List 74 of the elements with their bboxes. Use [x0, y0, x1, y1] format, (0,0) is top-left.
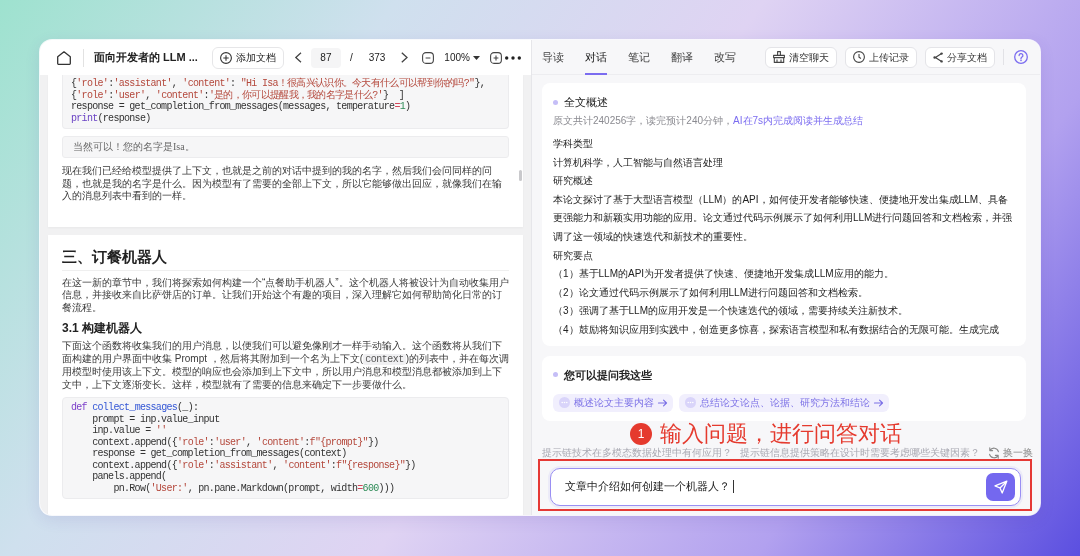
tab[interactable]: 对话 [585, 40, 607, 75]
page-number-input[interactable]: 87 [310, 47, 341, 68]
code-line: panels.append( [91, 471, 168, 483]
document-title: 面向开发者的 LLM ... [94, 50, 198, 66]
tab[interactable]: 改写 [714, 40, 736, 75]
arrow-right-icon [658, 398, 667, 407]
summary-text: 计算机科学，人工智能与自然语言处理 [553, 155, 724, 170]
code-line: inp.value = '' [91, 425, 168, 437]
page-total: 373 [368, 51, 386, 65]
brush-icon [773, 51, 785, 63]
summary-text: 研究要点 [553, 248, 594, 263]
page-separator: / [349, 51, 353, 65]
paragraph: 现在我们已经给模型提供了上下文，也就是之前的对话中提到的我的名字，然后我们会问同样的问题，也就是我的名字是什么。因为模型有了需要的全部上下文，所以它能够做出回应，就像我们在输入的消息列表中看到的一样。 [62, 165, 503, 203]
zoom-dropdown[interactable]: 100% [444, 50, 480, 65]
summary-text: （2）论文通过代码示例展示了如何利用LLM进行问题回答和文档检索。 [553, 285, 869, 300]
bullet-icon [553, 372, 558, 378]
code-output: 当然可以！您的名字是Isa。 [62, 136, 509, 158]
summary-stats: 原文共计240256字，读完预计240分钟， [553, 114, 734, 128]
chevron-right-icon[interactable] [401, 52, 409, 63]
caret-down-icon [472, 55, 480, 60]
section-heading: 三、订餐机器人 [62, 246, 509, 271]
code-line: response = get_completion_from_messages(context) [91, 448, 348, 460]
clock-icon [853, 51, 865, 63]
code-line: print(response) [71, 112, 152, 124]
text-cursor-icon [733, 480, 734, 494]
refresh-button[interactable]: 换一换 [988, 445, 1033, 461]
card-title: 您可以提问我这些 [564, 367, 652, 383]
help-icon[interactable] [1014, 50, 1028, 64]
paragraph: 下面这个函数将收集我们的用户消息，以便我们可以避免像刚才一样手动输入。这个函数将从我们下面构建的用户界面中收集 Prompt ，然后将其附加到一个名为上下文( context )的列表中，并在每次调用模型时使用该上下文。模型的响应也会添加到上下文中，所以用户消息和模型消息都被添加到上下文中，上下文逐渐变长。这样，模型就有了需要的信息来确定下一步要做什么。 [62, 340, 509, 391]
arrow-right-icon [874, 398, 883, 407]
summary-text: （1）基于LLM的API为开发者提供了快速、便捷地开发集成LLM应用的能力。 [553, 267, 895, 282]
question-input[interactable]: 文章中介绍如何创建一个机器人？ [550, 467, 1021, 506]
zoom-out-icon[interactable] [422, 51, 435, 64]
ai-summary-note: AI在7s内完成阅读并生成总结 [733, 114, 864, 128]
step-marker: 1 [630, 422, 652, 445]
share-document-button[interactable]: 分享文档 [925, 46, 995, 68]
refresh-icon [988, 446, 1000, 459]
zoom-in-icon[interactable] [489, 51, 502, 64]
subsection-heading: 3.1 构建机器人 [62, 320, 143, 336]
tab[interactable]: 翻译 [671, 40, 693, 75]
card-title: 全文概述 [564, 95, 608, 110]
summary-text: 本论文探讨了基于大型语言模型（LLM）的API，如何使开发者能够快速、便捷地开发出集成LLM、具备更强能力和新颖实用功能的应用。论文通过代码示例展示了如何利用LLM进行问题回答和文档检索，并强调了这一领域的快速迭代和新技术的重要性。 [553, 192, 1014, 244]
tab[interactable]: 导读 [542, 40, 564, 75]
code-line: {'role':'assistant', 'content': "Hi Isa！很高兴认识你。今天有什么可以帮到你的吗?"}, [71, 78, 486, 89]
code-line: response = get_completion_from_messages(messages, temperature=1) [71, 101, 412, 113]
annotation-text: 输入问题，进行问答对话 [660, 421, 902, 446]
code-line: {'role':'user', 'content':'是的，你可以提醒我，我的名字是什么?'} ] [71, 89, 405, 101]
summary-text: 学科类型 [553, 137, 594, 151]
summary-text: 研究概述 [553, 174, 594, 189]
upload-history-button[interactable]: 上传记录 [845, 46, 917, 68]
code-line: def collect_messages(_): [71, 402, 200, 414]
suggested-question-chip[interactable]: 总结论文论点、论据、研究方法和结论 [679, 393, 889, 412]
scrollbar-thumb[interactable] [519, 170, 522, 181]
paragraph: 在这一新的章节中，我们将探索如何构建一个“点餐助手机器人”。这个机器人将被设计为自动收集用户信息，并接收来自比萨饼店的订单。让我们开始这个有趣的项目，深入理解它如何帮助简化日常的订餐流程。 [62, 276, 509, 314]
clear-chat-button[interactable]: 清空聊天 [765, 46, 837, 68]
chat-bubble-icon [685, 397, 696, 409]
tab[interactable]: 笔记 [628, 40, 650, 75]
more-icon[interactable] [505, 55, 521, 60]
bullet-icon [553, 99, 558, 105]
home-icon[interactable] [57, 50, 71, 65]
summary-text: （3）强调了基于LLM的应用开发是一个快速迭代的领域，需要持续关注新技术。 [553, 304, 909, 319]
chevron-left-icon[interactable] [294, 52, 302, 63]
code-line: pn.Row('User:', pn.pane.Markdown(prompt, width=600))) [112, 482, 396, 494]
plus-circle-icon [219, 51, 232, 64]
send-icon [993, 479, 1008, 494]
share-icon [933, 51, 943, 63]
code-line: prompt = inp.value_input [91, 413, 221, 425]
send-button[interactable] [986, 472, 1015, 501]
code-line: context.append({'role':'user', 'content':f"{prompt}"}) [91, 436, 380, 448]
summary-text: （4）鼓励将知识应用到实践中，创造更多惊喜，探索语言模型和私有数据结合的无限可能。生成完成 [553, 322, 1000, 337]
chat-bubble-icon [559, 397, 570, 409]
code-line: context.append({'role':'assistant', 'content':f"{response}"}) [91, 459, 417, 471]
add-document-button[interactable]: 添加文档 [211, 46, 284, 69]
suggested-question-chip[interactable]: 概述论文主要内容 [553, 393, 673, 412]
